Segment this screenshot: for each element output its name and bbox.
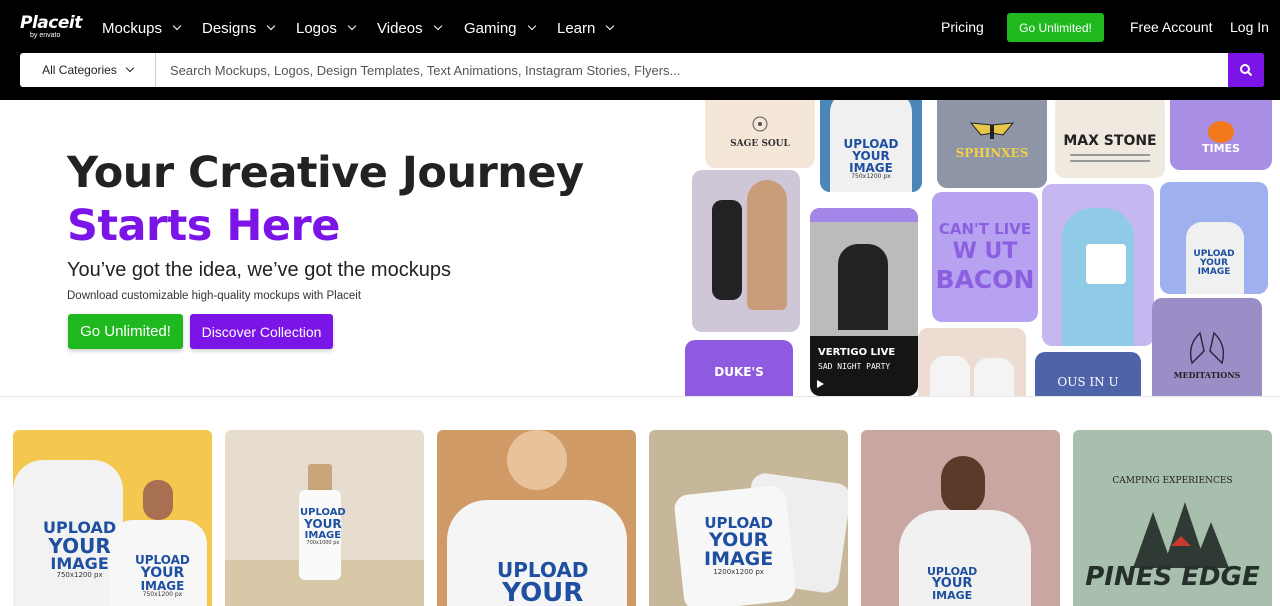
chevron-down-icon xyxy=(172,21,182,31)
chevron-down-icon xyxy=(527,21,536,31)
moth-icon xyxy=(969,122,1015,139)
mockup-card-hoodie[interactable]: UPLOAD YOUR IMAGE xyxy=(861,430,1060,606)
design-card-pines-edge[interactable]: CAMPING EXPERIENCES PINES EDGE xyxy=(1073,430,1272,606)
category-dropdown-label: All Categories xyxy=(42,63,117,77)
sphinxes-text: SPHINXES xyxy=(955,146,1029,160)
nav-videos[interactable]: Videos xyxy=(377,18,442,38)
mockup-card-woman-tshirt[interactable]: UPLOAD YOUR xyxy=(437,430,636,606)
search-button[interactable] xyxy=(1228,53,1264,87)
nav-mockups-label: Mockups xyxy=(102,19,163,37)
upload-image-placeholder: UPLOAD YOUR IMAGE xyxy=(927,565,978,602)
collage-sphinxes[interactable]: SPHINXES xyxy=(937,100,1047,188)
upload-image-placeholder: UPLOAD YOUR IMAGE 700x1000 px xyxy=(300,507,346,546)
collage-man-tshirt[interactable]: UPLOAD YOUR IMAGE xyxy=(1160,182,1268,294)
meditations-text: MEDITATIONS xyxy=(1173,370,1241,380)
section-divider xyxy=(0,396,1280,397)
nav-designs[interactable]: Designs xyxy=(202,18,276,38)
chevron-down-icon xyxy=(266,21,276,31)
without-text: W UT xyxy=(952,239,1018,264)
collage-sage-soul[interactable]: SAGE SOUL xyxy=(705,100,815,168)
upload-image-placeholder: UPLOAD YOUR IMAGE xyxy=(1193,248,1235,277)
search-input[interactable] xyxy=(156,53,1228,87)
bacon-text: BACON xyxy=(935,265,1035,294)
sad-night-text: SAD NIGHT PARTY xyxy=(818,362,891,371)
collage-arc-text[interactable]: OUS IN U xyxy=(1035,352,1141,396)
camping-text: CAMPING EXPERIENCES xyxy=(1112,476,1233,486)
mockup-card-pillows[interactable]: UPLOAD YOUR IMAGE 1200x1200 px xyxy=(649,430,848,606)
nav-mockups[interactable]: Mockups xyxy=(102,18,182,38)
play-icon[interactable] xyxy=(816,380,824,388)
pricing-link[interactable]: Pricing xyxy=(941,19,984,35)
nav-logos[interactable]: Logos xyxy=(296,18,357,38)
free-account-link[interactable]: Free Account xyxy=(1130,19,1213,35)
collage-bacon[interactable]: CAN'T LIVE W UT BACON xyxy=(932,192,1038,322)
cant-live-text: CAN'T LIVE xyxy=(938,220,1032,238)
upload-image-placeholder: UPLOAD YOUR IMAGE 750x1200 px xyxy=(43,518,117,579)
collage-dukes[interactable]: DUKE'S xyxy=(685,340,793,396)
times-text: TIMES xyxy=(1202,141,1240,155)
hero-subtitle: You’ve got the idea, we’ve got the mocku… xyxy=(67,259,451,281)
top-navigation-bar: Placeit by envato Mockups Designs Logos … xyxy=(0,0,1280,100)
nav-logos-label: Logos xyxy=(296,19,337,37)
logo-wordmark: Placeit xyxy=(20,13,82,33)
search-icon xyxy=(1240,64,1253,77)
chevron-down-icon xyxy=(125,63,135,73)
upload-image-placeholder: UPLOAD YOUR IMAGE 750x1200 px xyxy=(135,553,190,598)
placeit-logo[interactable]: Placeit by envato xyxy=(20,14,82,40)
collage-couple-hoodies[interactable] xyxy=(918,328,1026,396)
pine-trees-icon xyxy=(1133,502,1229,568)
nav-learn-label: Learn xyxy=(557,19,596,37)
category-dropdown[interactable]: All Categories xyxy=(20,53,156,87)
chevron-down-icon xyxy=(606,21,615,31)
nav-videos-label: Videos xyxy=(377,19,423,37)
pines-edge-text: PINES EDGE xyxy=(1085,562,1260,592)
hands-icon xyxy=(1189,331,1225,365)
discover-collection-button[interactable]: Discover Collection xyxy=(190,314,333,349)
chevron-down-icon xyxy=(433,21,442,31)
collage-meditations[interactable]: MEDITATIONS xyxy=(1152,298,1262,396)
nav-gaming[interactable]: Gaming xyxy=(464,18,536,38)
upload-image-placeholder: UPLOAD YOUR IMAGE 750x1200 px xyxy=(843,137,899,180)
hero-title-highlight: Starts Here xyxy=(67,201,340,251)
hero-description: Download customizable high-quality mocku… xyxy=(67,290,362,302)
mockup-card-couple-tshirts[interactable]: UPLOAD YOUR IMAGE 750x1200 px UPLOAD YOUR IMA… xyxy=(13,430,212,606)
sage-soul-text: SAGE SOUL xyxy=(730,138,790,149)
search-bar: All Categories xyxy=(20,53,1264,87)
mockup-card-bottle[interactable]: UPLOAD YOUR IMAGE 700x1000 px xyxy=(225,430,424,606)
dukes-text: DUKE'S xyxy=(714,365,764,379)
nav-gaming-label: Gaming xyxy=(464,19,517,37)
collage-max-stone[interactable]: MAX STONE xyxy=(1055,100,1165,178)
collage-vertigo-video[interactable]: VERTIGO LIVE SAD NIGHT PARTY xyxy=(810,208,918,396)
collage-mug-photo[interactable] xyxy=(1042,184,1154,346)
logo-byline: by envato xyxy=(30,32,61,39)
hero-collage: SAGE SOUL UPLOAD YOUR IMAGE 750x1200 px SPH… xyxy=(680,100,1280,396)
arc-text: OUS IN U xyxy=(1057,375,1119,389)
go-unlimited-header-button[interactable]: Go Unlimited! xyxy=(1007,13,1104,42)
login-link[interactable]: Log In xyxy=(1230,19,1269,35)
sun-icon xyxy=(752,116,768,131)
collage-dog-photo[interactable] xyxy=(692,170,800,332)
collage-tshirt-model[interactable]: UPLOAD YOUR IMAGE 750x1200 px xyxy=(820,100,922,192)
go-unlimited-button[interactable]: Go Unlimited! xyxy=(68,314,183,349)
nav-designs-label: Designs xyxy=(202,19,257,37)
collage-times[interactable]: TIMES xyxy=(1170,100,1272,170)
chevron-down-icon xyxy=(347,21,357,31)
upload-image-placeholder: UPLOAD YOUR xyxy=(497,558,589,606)
hero-title: Your Creative Journey xyxy=(67,148,584,198)
nav-learn[interactable]: Learn xyxy=(557,18,615,38)
vertigo-text: VERTIGO LIVE xyxy=(818,347,896,358)
upload-image-placeholder: UPLOAD YOUR IMAGE 1200x1200 px xyxy=(704,514,774,576)
max-stone-text: MAX STONE xyxy=(1063,132,1157,149)
